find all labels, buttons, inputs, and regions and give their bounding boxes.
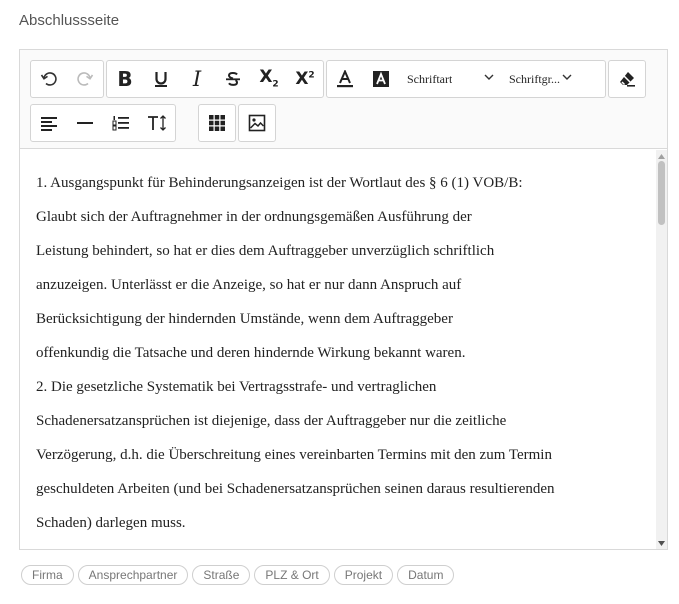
- chevron-down-icon: [561, 71, 573, 87]
- eraser-icon: [618, 70, 636, 88]
- placeholder-tag[interactable]: Ansprechpartner: [77, 565, 189, 585]
- font-style-group: Schriftart Schriftgr...: [326, 60, 606, 98]
- font-size-label: Schriftgr...: [509, 71, 560, 86]
- font-color-icon: [336, 70, 354, 88]
- content-paragraph: Schadenersatzansprüchen ist diejenige, d…: [36, 413, 507, 429]
- content-paragraph: Leistung behindert, so hat er dies dem A…: [36, 243, 495, 259]
- clear-format-group: [608, 60, 646, 98]
- horizontal-rule-button[interactable]: [67, 105, 103, 141]
- line-height-button[interactable]: [139, 105, 175, 141]
- scroll-up-arrow[interactable]: [656, 151, 667, 161]
- font-color-button[interactable]: [327, 61, 363, 97]
- placeholder-tag[interactable]: Datum: [397, 565, 455, 585]
- placeholder-tag[interactable]: Straße: [192, 565, 251, 585]
- background-color-icon: [372, 70, 390, 88]
- text-format-group: B I X2 X2: [106, 60, 324, 98]
- ordered-list-icon: [112, 114, 130, 132]
- undo-icon: [40, 70, 58, 88]
- content-paragraph: 1. Ausgangspunkt für Behinderungsanzeige…: [36, 175, 523, 191]
- redo-button[interactable]: [67, 61, 103, 97]
- content-paragraph: anzuzeigen. Unterlässt er die Anzeige, s…: [36, 277, 462, 293]
- superscript-button[interactable]: X2: [287, 61, 323, 97]
- scroll-down-arrow[interactable]: [656, 538, 667, 548]
- paragraph-group: [30, 104, 176, 142]
- strikethrough-icon: [224, 70, 242, 88]
- table-group: [198, 104, 236, 142]
- editor-toolbar: B I X2 X2 Schriftart Schriftgr...: [20, 50, 667, 149]
- image-group: [238, 104, 276, 142]
- content-paragraph: 2. Die gesetzliche Systematik bei Vertra…: [36, 379, 437, 395]
- placeholder-tag[interactable]: Projekt: [333, 565, 394, 585]
- scroll-thumb[interactable]: [658, 161, 665, 225]
- align-left-icon: [40, 114, 58, 132]
- chevron-down-icon: [483, 71, 495, 87]
- history-group: [30, 60, 104, 98]
- vertical-scrollbar[interactable]: [656, 150, 667, 549]
- background-color-button[interactable]: [363, 61, 399, 97]
- content-paragraph: geschuldeten Arbeiten (und bei Schadener…: [36, 481, 555, 497]
- horizontal-rule-icon: [76, 114, 94, 132]
- subscript-icon: X2: [259, 66, 279, 90]
- clear-format-button[interactable]: [609, 61, 645, 97]
- subscript-button[interactable]: X2: [251, 61, 287, 97]
- strikethrough-button[interactable]: [215, 61, 251, 97]
- content-paragraph: Demgegenüber ist der Verschuldensvorwurf…: [36, 540, 656, 549]
- content-paragraph: Glaubt sich der Auftragnehmer in der ord…: [36, 209, 472, 225]
- font-family-select[interactable]: Schriftart: [399, 61, 501, 97]
- table-grid-icon: [208, 114, 226, 132]
- content-paragraph: offenkundig die Tatsache und deren hinde…: [36, 345, 466, 361]
- table-button[interactable]: [199, 105, 235, 141]
- content-paragraph: Berücksichtigung der hindernden Umstände…: [36, 311, 453, 327]
- redo-icon: [76, 70, 94, 88]
- placeholder-tags: Firma Ansprechpartner Straße PLZ & Ort Proje…: [21, 565, 455, 585]
- undo-button[interactable]: [31, 61, 67, 97]
- editor-content[interactable]: 1. Ausgangspunkt für Behinderungsanzeige…: [20, 150, 656, 549]
- placeholder-tag[interactable]: Firma: [21, 565, 74, 585]
- placeholder-tag[interactable]: PLZ & Ort: [254, 565, 330, 585]
- section-title: Abschlussseite: [19, 12, 120, 29]
- rich-text-editor: B I X2 X2 Schriftart Schriftgr... 1. Aus…: [19, 49, 668, 550]
- content-paragraph: Verzögerung, d.h. die Überschreitung ein…: [36, 447, 552, 463]
- font-family-label: Schriftart: [407, 71, 453, 86]
- list-button[interactable]: [103, 105, 139, 141]
- insert-image-button[interactable]: [239, 105, 275, 141]
- bold-button[interactable]: B: [107, 61, 143, 97]
- italic-icon: I: [192, 67, 202, 91]
- font-size-select[interactable]: Schriftgr...: [501, 61, 579, 97]
- underline-button[interactable]: [143, 61, 179, 97]
- underline-icon: [152, 70, 170, 88]
- superscript-icon: X2: [295, 68, 315, 89]
- line-height-icon: [147, 114, 167, 132]
- content-paragraph: Schaden) darlegen muss.: [36, 515, 186, 531]
- image-icon: [248, 114, 266, 132]
- bold-icon: B: [117, 67, 133, 91]
- align-button[interactable]: [31, 105, 67, 141]
- italic-button[interactable]: I: [179, 61, 215, 97]
